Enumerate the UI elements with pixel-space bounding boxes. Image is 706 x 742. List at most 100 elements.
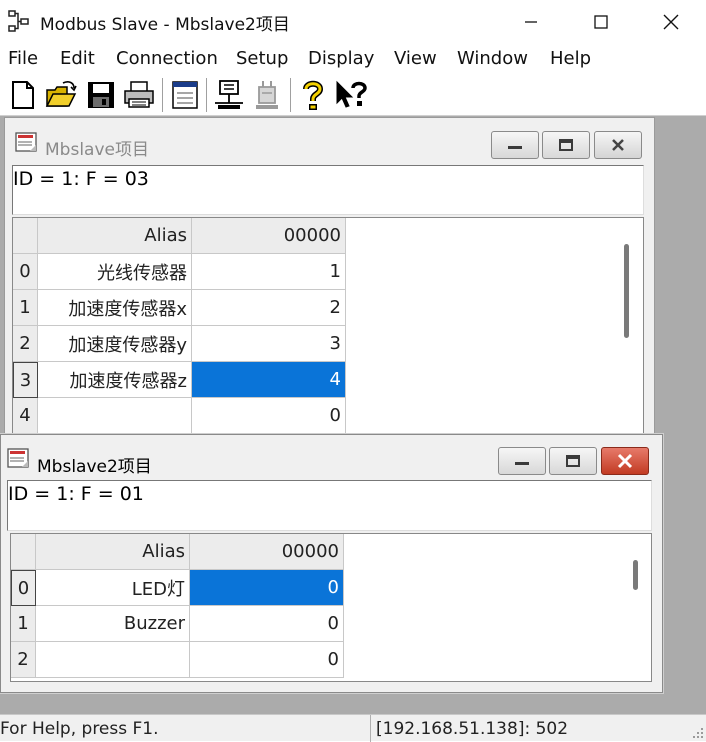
alias-column-header: Alias (38, 218, 192, 254)
id-function-box: ID = 1: F = 01 (7, 480, 652, 531)
open-button[interactable] (44, 77, 78, 113)
close-icon (617, 453, 633, 469)
menu-help[interactable]: Help (550, 48, 591, 69)
alias-cell[interactable] (38, 398, 192, 434)
row-number: 0 (13, 254, 38, 290)
value-cell-selected[interactable]: 4 (192, 362, 346, 398)
child-restore-button[interactable] (542, 131, 590, 159)
toolbar (0, 74, 706, 116)
window-icon (172, 81, 198, 109)
alias-cell[interactable]: Buzzer (36, 606, 190, 642)
child-window-mbslave[interactable]: Mbslave项目 ID = 1: F = 03 Alias 00000 0 光… (4, 117, 655, 448)
print-button[interactable] (122, 77, 156, 113)
help-icon (303, 80, 324, 110)
menu-setup[interactable]: Setup (236, 48, 288, 69)
value-cell[interactable]: 3 (192, 326, 346, 362)
grid-corner (11, 534, 36, 570)
status-bar: For Help, press F1. [192.168.51.138]: 50… (0, 714, 706, 742)
menu-connection[interactable]: Connection (116, 48, 218, 69)
id-function-label: ID = 1: F = 03 (13, 168, 149, 190)
toolbar-separator (290, 78, 292, 112)
print-icon (124, 81, 154, 108)
child-restore-button[interactable] (549, 447, 597, 475)
help-button[interactable] (296, 77, 330, 113)
register-grid[interactable]: Alias 00000 0 光线传感器 1 1 加速度传感器x 2 2 加速度传… (12, 217, 644, 448)
alias-cell[interactable]: LED灯 (36, 570, 190, 606)
maximize-button[interactable] (578, 0, 624, 44)
save-icon (88, 82, 114, 108)
save-button[interactable] (84, 77, 118, 113)
document-icon (15, 132, 37, 152)
value-cell[interactable]: 2 (192, 290, 346, 326)
vertical-scrollbar-thumb[interactable] (633, 560, 638, 590)
disconnect-button[interactable] (250, 77, 284, 113)
value-cell[interactable]: 0 (190, 642, 344, 678)
value-cell-selected[interactable]: 0 (190, 570, 344, 606)
alias-cell[interactable]: 加速度传感器y (38, 326, 192, 362)
menu-bar: File Edit Connection Setup Display View … (0, 44, 706, 74)
child-window-title: Mbslave项目 (45, 140, 149, 160)
child-window-title: Mbslave2项目 (37, 457, 152, 477)
close-icon (663, 14, 679, 30)
close-button[interactable] (648, 0, 694, 44)
id-function-box: ID = 1: F = 03 (12, 165, 644, 215)
grid-corner (13, 218, 38, 254)
alias-cell[interactable]: 加速度传感器x (38, 290, 192, 326)
child-minimize-button[interactable] (498, 447, 546, 475)
app-title-bar: Modbus Slave - Mbslave2项目 (0, 0, 706, 44)
modbus-app-icon (8, 10, 29, 32)
mdi-workspace: Mbslave项目 ID = 1: F = 03 Alias 00000 0 光… (0, 116, 706, 714)
alias-cell[interactable]: 光线传感器 (38, 254, 192, 290)
resize-grip-icon[interactable] (690, 725, 704, 739)
connect-icon (215, 80, 243, 109)
row-number: 2 (11, 642, 36, 678)
id-function-label: ID = 1: F = 01 (8, 483, 144, 505)
row-number: 3 (13, 362, 38, 398)
row-number: 1 (13, 290, 38, 326)
row-number: 2 (13, 326, 38, 362)
new-icon (12, 81, 34, 109)
new-button[interactable] (6, 77, 40, 113)
menu-file[interactable]: File (8, 48, 38, 69)
row-number: 1 (11, 606, 36, 642)
restore-icon (566, 455, 580, 467)
context-help-button[interactable] (334, 77, 368, 113)
child-close-button[interactable] (594, 131, 642, 159)
value-cell[interactable]: 0 (190, 606, 344, 642)
coil-grid[interactable]: Alias 00000 0 LED灯 0 1 Buzzer 0 2 0 (10, 533, 652, 682)
child-window-mbslave2[interactable]: Mbslave2项目 ID = 1: F = 01 Alias 00000 0 … (0, 434, 663, 693)
menu-view[interactable]: View (394, 48, 437, 69)
register-column-header: 00000 (190, 534, 344, 570)
toolbar-separator (162, 78, 164, 112)
minimize-icon (508, 146, 522, 149)
alias-cell[interactable] (36, 642, 190, 678)
restore-icon (559, 139, 573, 151)
close-icon (612, 139, 624, 151)
minimize-button[interactable] (508, 0, 554, 44)
connect-button[interactable] (212, 77, 246, 113)
app-title: Modbus Slave - Mbslave2项目 (40, 15, 290, 35)
maximize-icon (594, 15, 608, 29)
disconnect-icon (256, 81, 278, 109)
window-button[interactable] (168, 77, 202, 113)
document-icon (7, 448, 29, 468)
register-column-header: 00000 (192, 218, 346, 254)
child-minimize-button[interactable] (491, 131, 539, 159)
menu-edit[interactable]: Edit (60, 48, 95, 69)
context-help-icon (336, 80, 367, 108)
child-title-bar[interactable]: Mbslave2项目 (1, 435, 662, 479)
alias-column-header: Alias (36, 534, 190, 570)
alias-cell[interactable]: 加速度传感器z (38, 362, 192, 398)
vertical-scrollbar-thumb[interactable] (624, 244, 629, 338)
menu-display[interactable]: Display (308, 48, 374, 69)
child-close-button[interactable] (601, 447, 649, 475)
row-number: 4 (13, 398, 38, 434)
value-cell[interactable]: 1 (192, 254, 346, 290)
value-cell[interactable]: 0 (192, 398, 346, 434)
minimize-icon (525, 21, 537, 23)
status-connection-pane: [192.168.51.138]: 502 (370, 715, 690, 742)
child-title-bar[interactable]: Mbslave项目 (5, 118, 654, 162)
row-number: 0 (11, 570, 36, 606)
menu-window[interactable]: Window (457, 48, 528, 69)
status-connection-text: [192.168.51.138]: 502 (376, 719, 569, 739)
